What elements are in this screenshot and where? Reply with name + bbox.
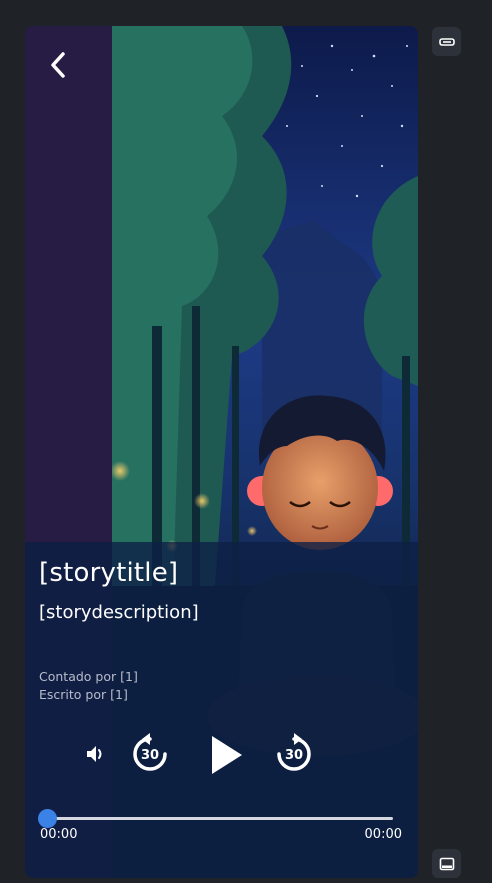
forward-30-button[interactable]: 30	[273, 732, 315, 776]
progress-slider[interactable]	[38, 809, 393, 828]
play-icon	[212, 736, 242, 774]
story-info-panel: [storytitle] [storydescription] Contado …	[25, 542, 418, 878]
toggle-panel-button[interactable]	[432, 849, 461, 878]
volume-icon	[87, 746, 102, 762]
minimize-icon	[438, 37, 455, 46]
progress-thumb[interactable]	[38, 809, 57, 828]
story-title: [storytitle]	[39, 558, 179, 588]
rewind-30-icon: 30	[133, 733, 167, 771]
play-button[interactable]	[203, 730, 249, 780]
rewind-30-label: 30	[141, 748, 159, 763]
left-strip	[25, 26, 112, 542]
back-button[interactable]	[41, 48, 75, 82]
story-description: [storydescription]	[39, 602, 199, 623]
elapsed-time: 00:00	[40, 827, 78, 842]
app-stage: [storytitle] [storydescription] Contado …	[0, 0, 492, 883]
narrated-by-text: Contado por [1]	[39, 669, 138, 684]
story-player-screen: [storytitle] [storydescription] Contado …	[25, 26, 418, 878]
panel-icon	[439, 857, 454, 870]
total-time: 00:00	[364, 827, 402, 842]
collapse-view-button[interactable]	[432, 27, 461, 56]
forward-30-icon: 30	[277, 733, 311, 771]
volume-button[interactable]	[83, 741, 109, 767]
written-by-text: Escrito por [1]	[39, 687, 128, 702]
forward-30-label: 30	[285, 748, 303, 763]
chevron-left-icon	[51, 52, 65, 78]
rewind-30-button[interactable]: 30	[129, 732, 171, 776]
